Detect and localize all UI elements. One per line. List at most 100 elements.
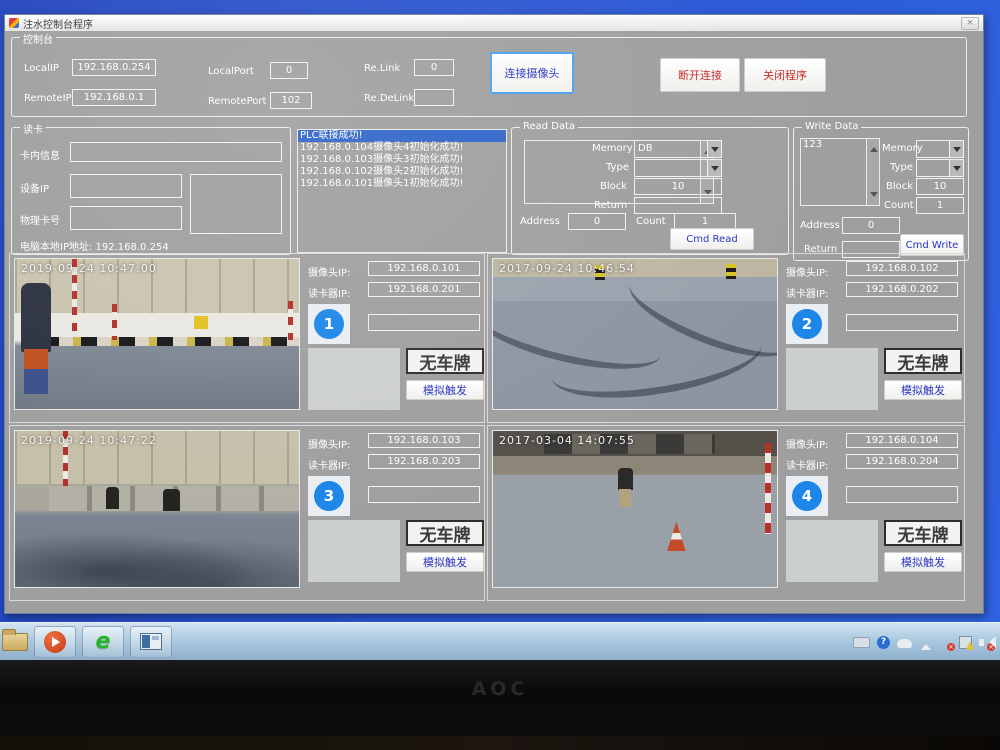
show-hidden-icon[interactable] — [919, 636, 932, 649]
scrollbar[interactable] — [866, 139, 879, 205]
reader-ip-label: 读卡器IP: — [786, 457, 828, 472]
read-type-select[interactable] — [634, 159, 722, 177]
local-port-field[interactable]: 0 — [270, 62, 308, 79]
camera-2-ip-field[interactable]: 192.168.0.102 — [846, 261, 958, 276]
camera-ip-label: 摄像头IP: — [308, 264, 350, 279]
log-line[interactable]: 192.168.0.102摄像头2初始化成功! — [298, 166, 506, 178]
log-line[interactable]: 192.168.0.103摄像头3初始化成功! — [298, 154, 506, 166]
log-listbox[interactable]: PLC联接成功! 192.168.0.104摄像头4初始化成功! 192.168… — [297, 129, 507, 253]
read-memory-select[interactable]: DB — [634, 140, 722, 158]
camera-3-plate-field[interactable] — [368, 486, 480, 503]
camera-number: 1 — [314, 309, 344, 339]
disconnect-button[interactable]: 断开连接 — [660, 58, 740, 92]
reader-4-ip-field[interactable]: 192.168.0.204 — [846, 454, 958, 469]
cmd-read-button[interactable]: Cmd Read — [670, 228, 754, 250]
camera-2-timestamp: 2017-09-24 10:46:54 — [499, 262, 635, 275]
camera-4-snapshot — [786, 520, 878, 582]
app-taskbar-button[interactable] — [130, 626, 172, 658]
browser-taskbar-button[interactable]: e — [82, 626, 124, 658]
read-block-field[interactable]: 10 — [634, 178, 722, 195]
help-icon[interactable]: ? — [877, 636, 890, 649]
close-icon[interactable]: × — [961, 17, 979, 30]
browser-icon: e — [96, 632, 111, 652]
chevron-down-icon[interactable] — [949, 141, 963, 157]
remote-port-field[interactable]: 102 — [270, 92, 312, 109]
camera-3-snapshot — [308, 520, 400, 582]
desktop: 注水控制台程序 × 控制台 LocalIP 192.168.0.254 Loca… — [0, 0, 1000, 660]
camera-2-plate-field[interactable] — [846, 314, 958, 331]
log-line[interactable]: 192.168.0.101摄像头1初始化成功! — [298, 178, 506, 190]
reader-2-ip-field[interactable]: 192.168.0.202 — [846, 282, 958, 297]
remote-ip-field[interactable]: 192.168.0.1 — [72, 89, 156, 106]
write-count-label: Count — [884, 200, 914, 211]
write-address-field[interactable]: 0 — [842, 217, 900, 234]
camera-panel-3: 2019-09-24 10:47:22 摄像头IP: 192.168.0.103… — [9, 425, 485, 601]
camera-4-trigger-button[interactable]: 模拟触发 — [884, 552, 962, 572]
write-block-label: Block — [886, 181, 913, 192]
re-delink-field[interactable] — [414, 89, 454, 106]
chevron-down-icon[interactable] — [707, 160, 721, 176]
read-return-label: Return — [594, 200, 627, 211]
physical-card-label: 物理卡号 — [20, 212, 60, 227]
log-line[interactable]: 192.168.0.104摄像头4初始化成功! — [298, 142, 506, 154]
language-icon[interactable] — [853, 637, 870, 648]
camera-4-timestamp: 2017-03-04 14:07:55 — [499, 434, 635, 447]
close-program-button[interactable]: 关闭程序 — [744, 58, 826, 92]
local-ip-field[interactable]: 192.168.0.254 — [72, 59, 156, 76]
device-ip-field[interactable] — [70, 174, 182, 198]
read-address-label: Address — [520, 216, 560, 227]
app-window: 注水控制台程序 × 控制台 LocalIP 192.168.0.254 Loca… — [4, 14, 984, 614]
camera-3-ip-field[interactable]: 192.168.0.103 — [368, 433, 480, 448]
device-ip-label: 设备IP — [20, 180, 49, 195]
remote-port-label: RemotePort — [208, 96, 266, 107]
card-info-field[interactable] — [70, 142, 282, 162]
write-block-field[interactable]: 10 — [916, 178, 964, 195]
camera-ip-label: 摄像头IP: — [786, 436, 828, 451]
camera-4-plate-field[interactable] — [846, 486, 958, 503]
write-data-group: Write Data 123 Memory Type — [793, 127, 969, 261]
write-memory-select[interactable] — [916, 140, 964, 158]
camera-panel-4: 2017-03-04 14:07:55 摄像头IP: 192.168.0.104… — [487, 425, 965, 601]
camera-panel-2: 2017-09-24 10:46:54 摄像头IP: 192.168.0.102… — [487, 253, 965, 423]
physical-card-field[interactable] — [70, 206, 182, 230]
write-data-input[interactable]: 123 — [800, 138, 880, 206]
camera-3-trigger-button[interactable]: 模拟触发 — [406, 552, 484, 572]
read-data-group-label: Read Data — [520, 121, 578, 132]
read-memory-label: Memory — [592, 143, 633, 154]
camera-1-video: 2019-09-24 10:47:00 — [14, 258, 300, 410]
chevron-down-icon[interactable] — [707, 141, 721, 157]
folder-icon[interactable] — [2, 633, 28, 651]
write-count-field[interactable]: 1 — [916, 197, 964, 214]
camera-1-trigger-button[interactable]: 模拟触发 — [406, 380, 484, 400]
action-center-icon[interactable]: × — [939, 636, 952, 649]
read-count-label: Count — [636, 216, 666, 227]
log-line[interactable]: PLC联接成功! — [298, 130, 506, 142]
read-memory-value: DB — [638, 143, 653, 154]
camera-2-plate-status: 无车牌 — [884, 348, 962, 374]
camera-1-ip-field[interactable]: 192.168.0.101 — [368, 261, 480, 276]
read-address-field[interactable]: 0 — [568, 213, 626, 230]
reader-1-ip-field[interactable]: 192.168.0.201 — [368, 282, 480, 297]
read-return-field[interactable] — [634, 197, 722, 214]
titlebar[interactable]: 注水控制台程序 × — [5, 15, 983, 31]
reader-ip-label: 读卡器IP: — [308, 457, 350, 472]
volume-icon[interactable]: × — [979, 636, 992, 649]
camera-4-ip-field[interactable]: 192.168.0.104 — [846, 433, 958, 448]
re-link-field[interactable]: 0 — [414, 59, 454, 76]
chevron-down-icon[interactable] — [949, 160, 963, 176]
network-icon[interactable] — [959, 636, 972, 649]
re-delink-label: Re.DeLink — [364, 93, 414, 104]
camera-3-video: 2019-09-24 10:47:22 — [14, 430, 300, 588]
write-type-select[interactable] — [916, 159, 964, 177]
media-player-icon — [44, 631, 66, 653]
write-data-group-label: Write Data — [802, 121, 861, 132]
camera-2-trigger-button[interactable]: 模拟触发 — [884, 380, 962, 400]
connect-camera-button[interactable]: 连接摄像头 — [490, 52, 574, 94]
taskbar: e ? × × — [0, 622, 1000, 660]
reader-3-ip-field[interactable]: 192.168.0.203 — [368, 454, 480, 469]
camera-1-plate-field[interactable] — [368, 314, 480, 331]
media-player-taskbar-button[interactable] — [34, 626, 76, 658]
camera-panel-1: 2019-09-24 10:47:00 摄像头IP: 192.168.0.101… — [9, 253, 485, 423]
camera-1-snapshot — [308, 348, 400, 410]
cloud-icon[interactable] — [897, 639, 912, 648]
